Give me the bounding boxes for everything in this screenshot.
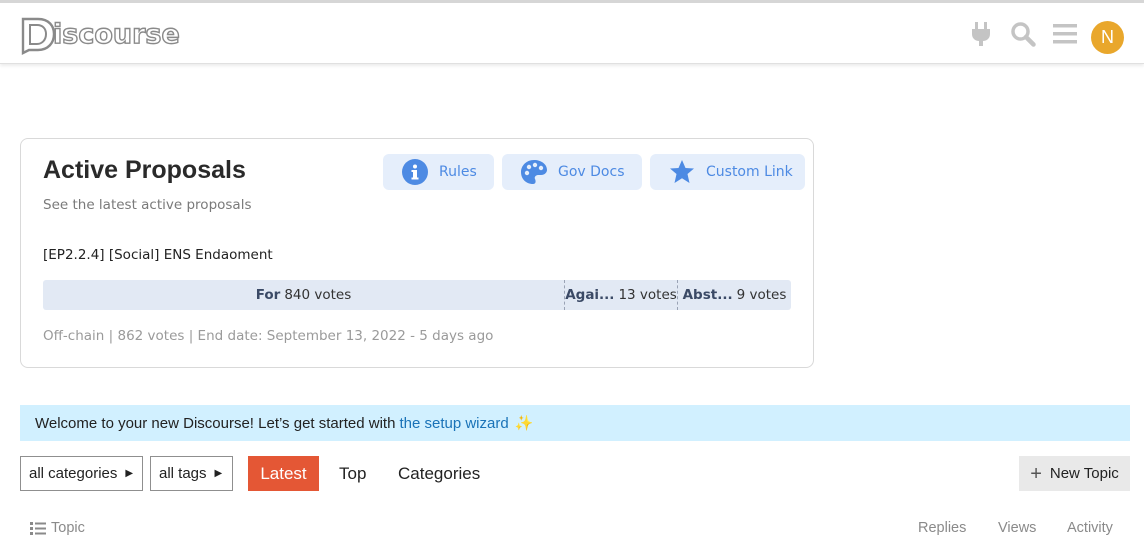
vote-choice-label: Agai... bbox=[565, 287, 615, 303]
vote-choice-label: For bbox=[255, 287, 281, 303]
palette-icon bbox=[520, 158, 548, 186]
vote-count: 9 votes bbox=[736, 287, 787, 303]
column-header-views[interactable]: Views bbox=[998, 520, 1036, 536]
new-topic-button[interactable]: + New Topic bbox=[1019, 456, 1130, 491]
user-avatar[interactable]: N bbox=[1091, 21, 1124, 54]
vote-segment-abstain: Abst... 9 votes bbox=[677, 280, 791, 310]
logo-text: iscourse bbox=[52, 18, 180, 50]
caret-right-icon: ▶ bbox=[125, 468, 134, 479]
custom-link-label: Custom Link bbox=[706, 164, 793, 180]
caret-right-icon: ▶ bbox=[214, 468, 223, 479]
proposal-title[interactable]: [EP2.2.4] [Social] ENS Endaoment bbox=[43, 247, 273, 263]
tab-top[interactable]: Top bbox=[339, 456, 366, 491]
list-icon bbox=[30, 521, 46, 535]
proposal-meta: Off-chain | 862 votes | End date: Septem… bbox=[43, 328, 494, 344]
active-proposals-card: Active Proposals See the latest active p… bbox=[20, 138, 814, 368]
vote-count: 13 votes bbox=[618, 287, 677, 303]
site-logo[interactable]: iscourse bbox=[19, 13, 181, 55]
vote-results-bar: For 840 votes Agai... 13 votes Abst... 9… bbox=[43, 280, 791, 310]
vote-choice-label: Abst... bbox=[682, 287, 733, 303]
rules-link-label: Rules bbox=[439, 164, 477, 180]
plug-icon[interactable] bbox=[966, 19, 996, 49]
proposals-subtitle: See the latest active proposals bbox=[43, 197, 252, 213]
new-topic-label: New Topic bbox=[1049, 465, 1119, 482]
column-header-topic[interactable]: Topic bbox=[30, 520, 85, 536]
vote-count: 840 votes bbox=[284, 287, 352, 303]
menu-icon[interactable] bbox=[1050, 19, 1080, 49]
plus-icon: + bbox=[1030, 462, 1042, 485]
tab-categories[interactable]: Categories bbox=[398, 456, 480, 491]
column-topic-label: Topic bbox=[51, 520, 85, 536]
star-icon bbox=[668, 158, 696, 186]
custom-link-button[interactable]: Custom Link bbox=[650, 154, 805, 190]
gov-docs-link-button[interactable]: Gov Docs bbox=[502, 154, 642, 190]
setup-wizard-link[interactable]: the setup wizard bbox=[399, 415, 508, 432]
discourse-logo-icon bbox=[21, 17, 56, 55]
column-header-replies[interactable]: Replies bbox=[918, 520, 966, 536]
tags-dropdown[interactable]: all tags ▶ bbox=[150, 456, 233, 491]
search-icon[interactable] bbox=[1008, 19, 1038, 49]
tab-latest[interactable]: Latest bbox=[248, 456, 319, 491]
vote-segment-against: Agai... 13 votes bbox=[564, 280, 677, 310]
sparkles-icon: ✨ bbox=[514, 415, 534, 432]
site-header: iscourse N bbox=[0, 3, 1144, 64]
tags-dropdown-label: all tags bbox=[159, 465, 207, 482]
categories-dropdown[interactable]: all categories ▶ bbox=[20, 456, 143, 491]
welcome-banner: Welcome to your new Discourse! Let’s get… bbox=[20, 405, 1130, 441]
column-header-activity[interactable]: Activity bbox=[1067, 520, 1113, 536]
gov-docs-link-label: Gov Docs bbox=[558, 164, 625, 180]
info-icon bbox=[401, 158, 429, 186]
banner-text: Welcome to your new Discourse! Let’s get… bbox=[35, 414, 396, 432]
proposals-title: Active Proposals bbox=[43, 156, 246, 184]
categories-dropdown-label: all categories bbox=[29, 465, 118, 482]
vote-segment-for: For 840 votes bbox=[43, 280, 564, 310]
rules-link-button[interactable]: Rules bbox=[383, 154, 494, 190]
